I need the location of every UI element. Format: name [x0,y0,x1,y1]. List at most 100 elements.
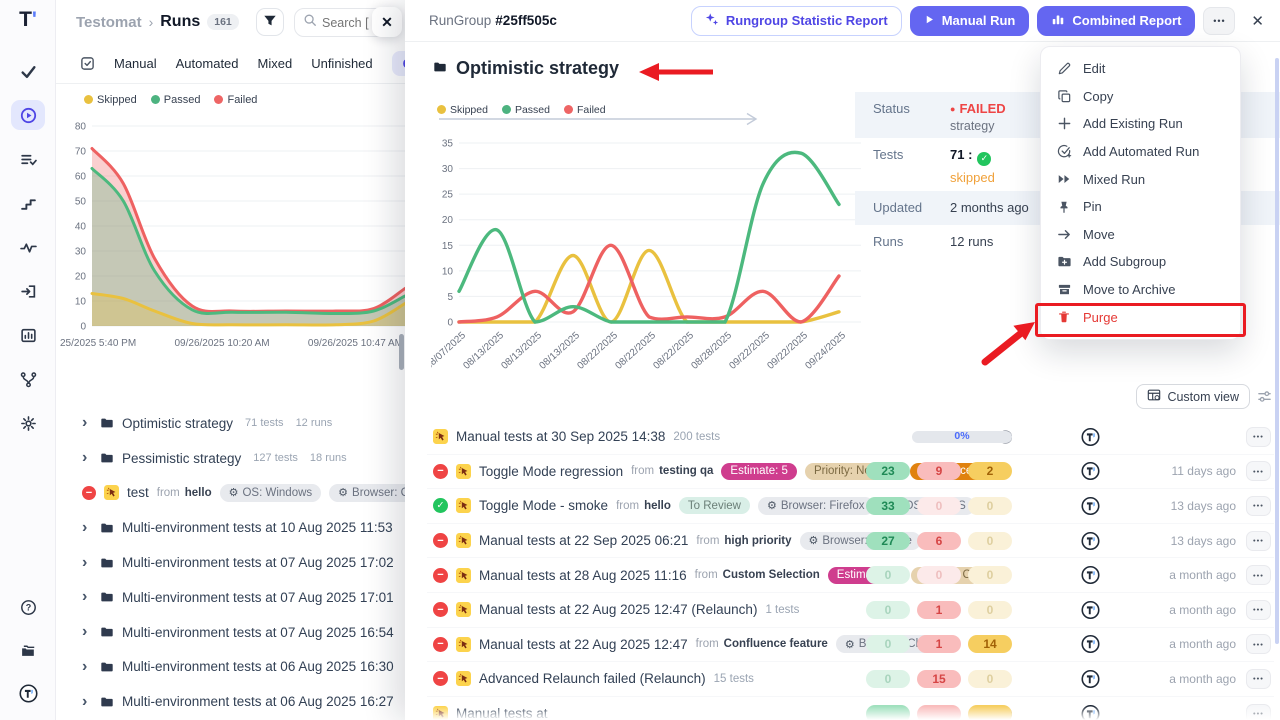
svg-text:08/22/2025: 08/22/2025 [651,330,696,372]
svg-text:09/22/2025: 09/22/2025 [765,330,810,372]
failed-count: 0 [917,497,961,515]
menu-item-purge[interactable]: Purge [1041,303,1240,331]
row-more-button[interactable]: ••• [1246,669,1271,689]
run-row[interactable]: −Advanced Relaunch failed (Relaunch)15 t… [427,662,1274,697]
chevron-right-icon[interactable]: › [82,415,92,431]
rungroup-title: Optimistic strategy [433,58,619,79]
app-logo[interactable]: T' [0,8,56,32]
list-item[interactable]: ›Pessimistic strategy127 tests18 runs [56,441,405,476]
run-row[interactable]: −Toggle Mode regressionfromtesting qaEst… [427,455,1274,490]
close-panel-button[interactable]: ✕ [1251,12,1264,30]
menu-item-label: Add Subgroup [1083,254,1166,269]
runs-panel: Testomat › Runs 161 ✕ ManualAutomatedMix… [56,0,405,720]
spark-icon [104,485,119,500]
close-search-button[interactable]: ✕ [372,7,402,37]
menu-item-mixed-run[interactable]: Mixed Run [1041,165,1240,193]
sidebar-item-check[interactable] [11,56,45,86]
row-more-button[interactable]: ••• [1246,496,1271,516]
tab-g[interactable]: G [392,51,405,76]
row-more-button[interactable]: ••• [1246,600,1271,620]
rungroup-actions: Rungroup Statistic Report Manual Run Com… [691,6,1264,36]
skipped-count: 14 [968,635,1012,653]
sidebar-item-list-check[interactable] [11,144,45,174]
run-row[interactable]: −Manual tests at 22 Aug 2025 12:47fromCo… [427,628,1274,663]
menu-item-pin[interactable]: Pin [1041,193,1240,221]
chevron-right-icon[interactable]: › [82,659,92,675]
chevron-right-icon[interactable]: › [82,450,92,466]
sidebar-item-gear[interactable] [11,408,45,438]
row-more-button[interactable]: ••• [1246,565,1271,585]
combined-report-button[interactable]: Combined Report [1037,6,1195,36]
run-row[interactable]: −Manual tests at 28 Aug 2025 11:16fromCu… [427,558,1274,593]
row-more-button[interactable]: ••• [1246,427,1271,447]
chevron-right-icon[interactable]: › [82,694,92,710]
runs-list: Manual tests at 30 Sep 2025 14:38200 tes… [427,420,1274,720]
list-item[interactable]: ›Optimistic strategy71 tests12 runs [56,406,405,441]
plus-icon [1056,116,1072,131]
checklist-icon[interactable] [80,56,95,71]
menu-item-label: Edit [1083,61,1105,76]
breadcrumb-app[interactable]: Testomat [76,14,142,31]
sidebar-item-t-logo[interactable] [11,678,45,708]
list-item[interactable]: ›Multi-environment tests at 06 Aug 2025 … [56,650,405,685]
list-item[interactable]: ›Multi-environment tests at 07 Aug 2025 … [56,580,405,615]
run-title: Manual tests at 28 Aug 2025 11:16 [479,568,687,583]
chevron-right-icon[interactable]: › [82,520,92,536]
tab-unfinished[interactable]: Unfinished [311,56,372,71]
sidebar-item-steps[interactable] [11,188,45,218]
tab-manual[interactable]: Manual [114,56,157,71]
run-timestamp: a month ago [1106,637,1236,651]
menu-item-label: Move to Archive [1083,282,1176,297]
chevron-right-icon[interactable]: › [82,589,92,605]
sidebar-item-help[interactable]: ? [11,592,45,622]
folder-icon [100,625,114,639]
statistic-report-button[interactable]: Rungroup Statistic Report [691,6,902,36]
folder-icon [100,695,114,709]
group-label: Pessimistic strategy [122,451,241,466]
right-scrollbar[interactable] [1275,58,1279,644]
failed-status-icon: − [433,464,448,479]
run-row[interactable]: −Manual tests at 22 Sep 2025 06:21fromhi… [427,524,1274,559]
run-row[interactable]: −Manual tests at 22 Aug 2025 12:47 (Rela… [427,593,1274,628]
menu-item-edit[interactable]: Edit [1041,55,1240,83]
list-item[interactable]: −testfromhello⚙OS: Windows⚙Browser: Chro… [56,476,405,511]
run-title: Manual tests at 22 Aug 2025 12:47 (Relau… [479,602,757,617]
menu-item-move[interactable]: Move [1041,221,1240,249]
sidebar-item-report[interactable] [11,320,45,350]
row-more-button[interactable]: ••• [1246,634,1271,654]
list-item[interactable]: ›Multi-environment tests at 10 Aug 2025 … [56,510,405,545]
menu-item-add-existing-run[interactable]: Add Existing Run [1041,110,1240,138]
tab-automated[interactable]: Automated [176,56,239,71]
run-row[interactable]: ✓Toggle Mode - smokefromhelloTo Review⚙B… [427,489,1274,524]
menu-item-label: Add Existing Run [1083,116,1183,131]
chevron-right-icon[interactable]: › [82,624,92,640]
failed-status-icon: − [433,637,448,652]
sidebar-item-login[interactable] [11,276,45,306]
menu-item-add-subgroup[interactable]: Add Subgroup [1041,248,1240,276]
chevron-right-icon[interactable]: › [82,555,92,571]
menu-item-copy[interactable]: Copy [1041,83,1240,111]
tab-mixed[interactable]: Mixed [258,56,293,71]
svg-text:09/24/2025: 09/24/2025 [803,330,848,372]
review-badge: To Review [679,497,750,514]
row-more-button[interactable]: ••• [1246,531,1271,551]
sidebar-item-play-circle[interactable] [11,100,45,130]
sidebar-item-folders[interactable] [11,635,45,665]
left-scrollbar[interactable] [399,334,404,370]
sidebar-item-branch[interactable] [11,364,45,394]
menu-item-move-to-archive[interactable]: Move to Archive [1041,276,1240,304]
list-item[interactable]: ›Multi-environment tests at 07 Aug 2025 … [56,615,405,650]
list-item[interactable]: ›Multi-environment tests at 07 Aug 2025 … [56,545,405,580]
view-settings-icon[interactable] [1257,389,1272,409]
run-row[interactable]: Manual tests at 30 Sep 2025 14:38200 tes… [427,420,1274,455]
custom-view-button[interactable]: Custom view [1136,384,1250,409]
runs-count: 18 runs [310,452,347,464]
sidebar-item-pulse[interactable] [11,232,45,262]
menu-item-add-automated-run[interactable]: Add Automated Run [1041,138,1240,166]
row-more-button[interactable]: ••• [1246,461,1271,481]
manual-run-button[interactable]: Manual Run [910,6,1030,36]
result-counts: 2760 [866,532,1012,550]
avatar [1081,531,1100,550]
more-actions-button[interactable]: ••• [1203,7,1235,35]
filter-button[interactable] [256,8,284,36]
